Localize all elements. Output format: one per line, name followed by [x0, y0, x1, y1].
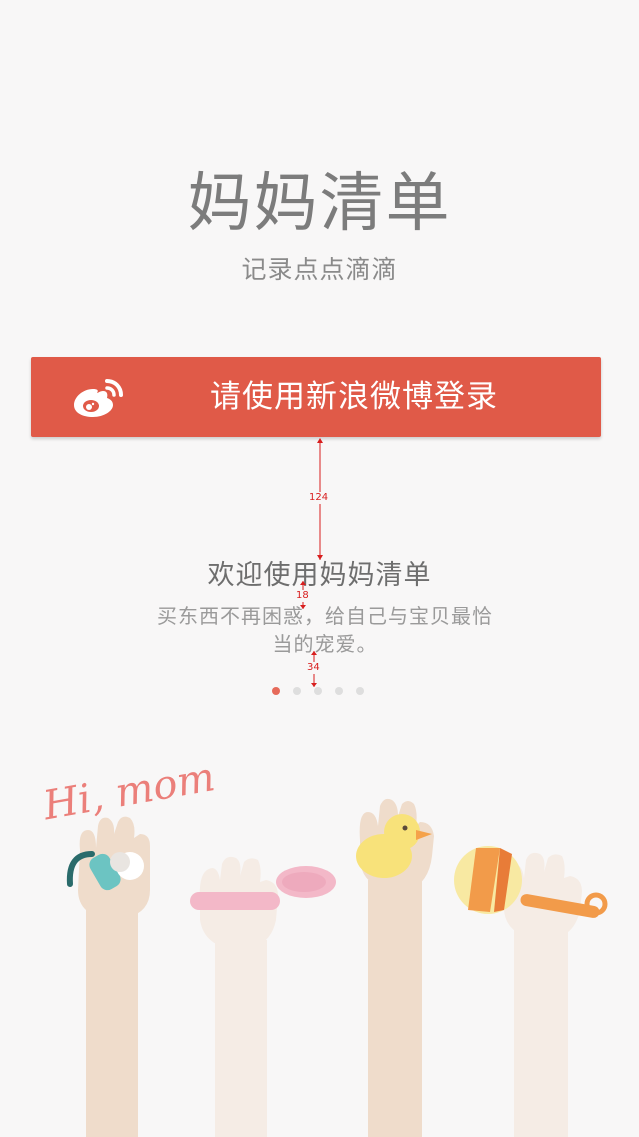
weibo-login-button[interactable]: 请使用新浪微博登录	[31, 357, 601, 437]
app-subtitle: 记录点点滴滴	[241, 255, 398, 284]
page-dot-1[interactable]	[272, 687, 280, 695]
hand-duck	[356, 798, 434, 1137]
annotation-label: 34	[307, 662, 320, 674]
hand-rattle	[454, 846, 608, 1137]
onboarding-title: 欢迎使用妈妈清单	[207, 560, 432, 591]
login-button-label: 请使用新浪微博登录	[210, 379, 498, 415]
baby-hands-illustration: Hi, mom	[39, 754, 608, 1137]
page-dot-4[interactable]	[335, 687, 343, 695]
annotation-label: 124	[309, 492, 329, 504]
hand-pacifier	[66, 816, 150, 1137]
weibo-icon	[74, 379, 123, 417]
onboarding-description: 买东西不再困惑，给自己与宝贝最恰当的宠爱。	[157, 604, 493, 656]
page-indicator[interactable]	[272, 687, 364, 695]
hand-spoon	[190, 856, 336, 1137]
app-title: 妈妈清单	[187, 167, 452, 241]
page-dot-2[interactable]	[293, 687, 301, 695]
page-dot-3[interactable]	[314, 687, 322, 695]
page-dot-5[interactable]	[356, 687, 364, 695]
